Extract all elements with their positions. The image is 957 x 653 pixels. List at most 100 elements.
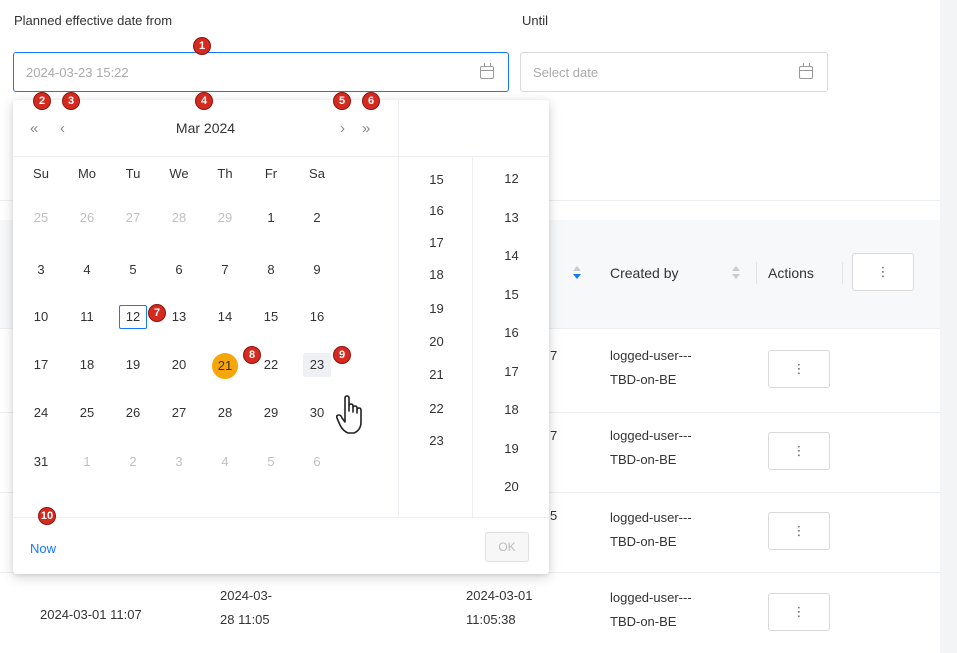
hour-option[interactable]: 22 [399, 401, 474, 416]
calendar-day[interactable]: 10 [27, 305, 55, 329]
annotation-badge: 7 [148, 304, 166, 322]
hour-option[interactable]: 20 [399, 334, 474, 349]
until-date-input[interactable]: Select date [520, 52, 828, 92]
calendar-day[interactable]: 2 [119, 450, 147, 474]
calendar-day[interactable]: 31 [27, 450, 55, 474]
columns-menu-button[interactable]: ⋮ [852, 253, 914, 291]
minute-option[interactable]: 14 [474, 248, 549, 263]
hour-option[interactable]: 18 [399, 267, 474, 282]
column-divider [756, 262, 757, 284]
calendar-day[interactable]: 3 [165, 450, 193, 474]
calendar-day[interactable]: 21 [212, 353, 238, 379]
row-actions-button[interactable]: ⋮ [768, 512, 830, 550]
calendar-day[interactable]: 24 [27, 401, 55, 425]
calendar-day[interactable]: 12 [119, 305, 147, 329]
sort-icon[interactable] [732, 266, 740, 280]
minute-option[interactable]: 19 [474, 441, 549, 456]
table-cell: 2024-03-01 11:07 [40, 607, 142, 622]
calendar-day[interactable]: 13 [165, 305, 193, 329]
weekday-header: Th [217, 166, 233, 181]
calendar-day[interactable]: 5 [257, 450, 285, 474]
calendar-day[interactable]: 26 [73, 206, 101, 230]
calendar-day[interactable]: 22 [257, 353, 285, 377]
annotation-badge: 2 [33, 92, 51, 110]
calendar-day[interactable]: 28 [165, 206, 193, 230]
calendar-day[interactable]: 29 [257, 401, 285, 425]
calendar-icon[interactable] [480, 63, 494, 79]
hour-option[interactable]: 21 [399, 367, 474, 382]
row-actions-button[interactable]: ⋮ [768, 432, 830, 470]
calendar-day[interactable]: 4 [211, 450, 239, 474]
calendar-day[interactable]: 27 [119, 206, 147, 230]
calendar-day[interactable]: 16 [303, 305, 331, 329]
calendar-day[interactable]: 19 [119, 353, 147, 377]
minute-column[interactable]: 12 13 14 15 16 17 18 19 20 [474, 157, 549, 517]
calendar-day[interactable]: 3 [27, 258, 55, 282]
table-cell: 2024-03-01 11:05:38 [466, 588, 533, 627]
calendar-day[interactable]: 14 [211, 305, 239, 329]
table-cell: 2024-03- 28 11:05 [220, 588, 273, 627]
calendar-day[interactable]: 2 [303, 206, 331, 230]
calendar-day[interactable]: 5 [119, 258, 147, 282]
minute-option[interactable]: 17 [474, 364, 549, 379]
hour-option[interactable]: 15 [399, 172, 474, 187]
calendar-day[interactable]: 6 [165, 258, 193, 282]
minute-option[interactable]: 12 [474, 171, 549, 186]
annotation-badge: 1 [193, 37, 211, 55]
row-actions-button[interactable]: ⋮ [768, 593, 830, 631]
now-button[interactable]: Now [30, 541, 56, 556]
annotation-badge: 9 [333, 346, 351, 364]
minute-option[interactable]: 16 [474, 325, 549, 340]
annotation-badge: 10 [38, 507, 56, 525]
minute-option[interactable]: 15 [474, 287, 549, 302]
from-date-label: Planned effective date from [14, 13, 173, 28]
calendar-day[interactable]: 29 [211, 206, 239, 230]
calendar-day[interactable]: 1 [73, 450, 101, 474]
row-actions-button[interactable]: ⋮ [768, 350, 830, 388]
created-by-cell: logged-user--- TBD-on-BE [610, 510, 692, 549]
calendar-day[interactable]: 11 [73, 305, 101, 329]
calendar-day[interactable]: 26 [119, 401, 147, 425]
weekday-header: Fr [264, 166, 278, 181]
hour-column[interactable]: 15 16 17 18 19 20 21 22 23 [398, 157, 473, 517]
calendar-day[interactable]: 27 [165, 401, 193, 425]
calendar-day[interactable]: 15 [257, 305, 285, 329]
month-select[interactable]: Mar [176, 120, 200, 136]
calendar-day[interactable]: 9 [303, 258, 331, 282]
calendar-day[interactable]: 25 [73, 401, 101, 425]
created-by-cell: logged-user--- TBD-on-BE [610, 590, 692, 629]
hour-option[interactable]: 19 [399, 301, 474, 316]
scrollbar-track[interactable] [940, 0, 957, 653]
until-date-placeholder: Select date [533, 64, 599, 80]
weekday-header: Su [33, 166, 49, 181]
calendar-day[interactable]: 25 [27, 206, 55, 230]
calendar-day[interactable]: 17 [27, 353, 55, 377]
calendar-day[interactable]: 28 [211, 401, 239, 425]
calendar-day[interactable]: 4 [73, 258, 101, 282]
hour-option[interactable]: 17 [399, 235, 474, 250]
weekday-header: We [169, 166, 189, 181]
calendar-day[interactable]: 8 [257, 258, 285, 282]
cell-partial: 7 [550, 348, 558, 363]
ok-button[interactable]: OK [485, 532, 529, 562]
minute-option[interactable]: 18 [474, 402, 549, 417]
minute-option[interactable]: 13 [474, 210, 549, 225]
next-month-button[interactable]: › [340, 120, 345, 137]
sort-icon[interactable] [573, 266, 581, 280]
calendar-day[interactable]: 1 [257, 206, 285, 230]
header-created-by[interactable]: Created by [610, 265, 678, 281]
hour-option[interactable]: 23 [399, 433, 474, 448]
calendar-day[interactable]: 7 [211, 258, 239, 282]
from-date-input[interactable]: 2024-03-23 15:22 [13, 52, 509, 92]
calendar-day[interactable]: 23 [303, 353, 331, 377]
calendar-day[interactable]: 6 [303, 450, 331, 474]
next-year-button[interactable]: » [362, 120, 370, 137]
hour-option[interactable]: 16 [399, 203, 474, 218]
calendar-day[interactable]: 30 [303, 401, 331, 425]
minute-option[interactable]: 20 [474, 479, 549, 494]
calendar-icon[interactable] [799, 63, 813, 79]
until-date-label: Until [522, 13, 549, 28]
calendar-day[interactable]: 18 [73, 353, 101, 377]
year-select[interactable]: 2024 [204, 120, 235, 136]
calendar-day[interactable]: 20 [165, 353, 193, 377]
